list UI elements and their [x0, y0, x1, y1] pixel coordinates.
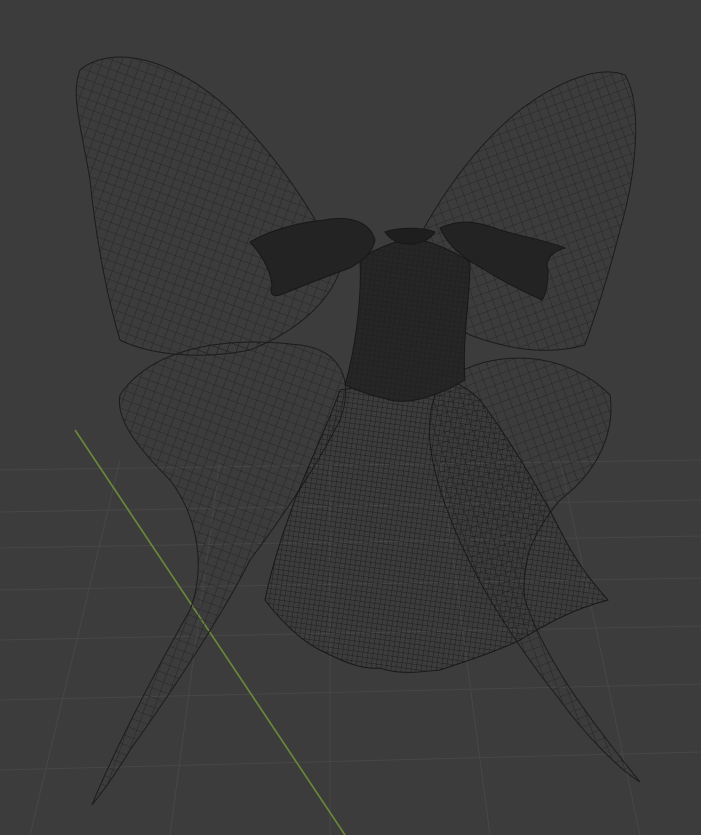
viewport-canvas[interactable] [0, 0, 701, 835]
wing-upper-left[interactable] [75, 56, 341, 356]
dress-bodice-wire [345, 238, 470, 402]
3d-viewport[interactable] [0, 0, 701, 835]
